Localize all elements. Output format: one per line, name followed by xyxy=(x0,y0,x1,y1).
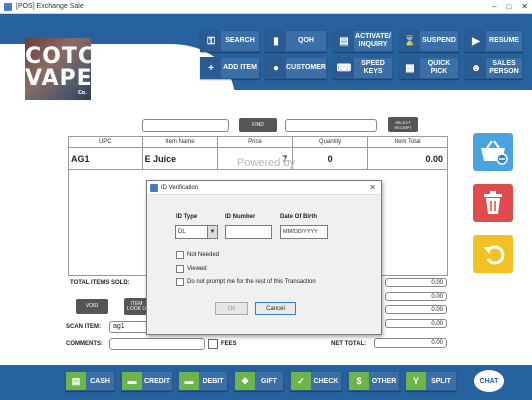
qoh-button[interactable]: ▮ QOH xyxy=(265,30,327,52)
not-needed-label: Not Needed xyxy=(187,252,220,258)
net-total-label: NET TOTAL: xyxy=(331,341,367,347)
split-icon: Y xyxy=(406,372,426,390)
add-item-button[interactable]: + ADD ITEM xyxy=(200,57,260,79)
column-header: Item Total xyxy=(394,139,421,145)
sales-person-button[interactable]: ☻ SALES PERSON xyxy=(465,57,523,79)
receipt-input[interactable] xyxy=(285,119,377,132)
activate-inquiry-button[interactable]: ▤ ACTIVATE/ INQUIRY xyxy=(333,30,393,52)
item-total-cell: 0.00 xyxy=(425,154,443,164)
total-field: 0.00 xyxy=(385,319,447,328)
store-logo: COTC VAPE Co. xyxy=(25,38,94,100)
gift-icon: ❖ xyxy=(235,372,255,390)
undo-icon xyxy=(483,245,505,265)
close-icon[interactable]: ✕ xyxy=(369,181,376,195)
maximize-icon[interactable]: □ xyxy=(506,0,511,14)
window-controls: – □ ✕ xyxy=(492,0,528,14)
fees-checkbox[interactable] xyxy=(208,339,218,349)
minimize-icon[interactable]: – xyxy=(492,0,496,14)
credit-card-icon: ▬ xyxy=(122,372,142,390)
card-icon: ▤ xyxy=(334,31,354,51)
cash-icon: ▤ xyxy=(66,372,86,390)
debit-button[interactable]: ▬ DEBIT xyxy=(178,371,228,391)
key-icon: ⚿ xyxy=(201,31,221,51)
dialog-titlebar: ID Verification ✕ xyxy=(147,181,381,195)
void-button[interactable]: VOID xyxy=(76,299,108,314)
gift-button[interactable]: ❖ GIFT xyxy=(234,371,284,391)
id-type-select[interactable]: DL ▼ xyxy=(175,225,218,239)
comments-label: COMMENTS: xyxy=(66,341,103,347)
net-total-value: 0.00 xyxy=(374,338,447,348)
delete-button[interactable] xyxy=(473,184,513,222)
dialog-app-icon xyxy=(150,184,158,192)
app-icon xyxy=(4,3,12,11)
find-input[interactable] xyxy=(142,119,229,132)
total-field: 0.00 xyxy=(385,305,447,314)
grid-header: UPC Item Name Price Quantity Item Total xyxy=(69,137,447,148)
cash-button[interactable]: ▤ CASH xyxy=(65,371,115,391)
search-button[interactable]: ⚿ SEARCH xyxy=(200,30,260,52)
dialog-title: ID Verification xyxy=(161,185,199,191)
suspend-button[interactable]: ⌛ SUSPEND xyxy=(399,30,459,52)
item-name-cell: E Juice xyxy=(143,148,219,169)
quick-pick-button[interactable]: ▦ QUICK PICK xyxy=(399,57,459,79)
grid-icon: ▦ xyxy=(400,58,420,78)
quantity-cell: 0 xyxy=(293,148,369,169)
do-not-prompt-label: Do not prompt me for the rest of this Tr… xyxy=(187,279,316,285)
comments-input[interactable] xyxy=(109,338,205,350)
basket-button[interactable] xyxy=(473,133,513,171)
column-header: UPC xyxy=(69,137,143,147)
close-icon[interactable]: ✕ xyxy=(521,0,528,14)
column-header: Quantity xyxy=(293,137,369,147)
upc-cell: AG1 xyxy=(69,148,143,169)
keyboard-icon: ⌨ xyxy=(334,58,354,78)
find-button[interactable]: FIND xyxy=(239,118,277,132)
split-button[interactable]: Y SPLIT xyxy=(405,371,457,391)
viewed-checkbox[interactable] xyxy=(176,265,184,273)
column-header: Item Name xyxy=(143,137,219,147)
plus-icon: + xyxy=(201,58,221,78)
chat-button[interactable]: CHAT xyxy=(474,370,504,392)
hourglass-icon: ⌛ xyxy=(400,31,420,51)
total-field: 0.00 xyxy=(385,278,447,287)
date-of-birth-input[interactable]: MM/DD/YYYY xyxy=(280,225,328,239)
window-title: [POS] Exchange Sale xyxy=(16,3,84,10)
trash-icon xyxy=(484,191,502,214)
salesperson-icon: ☻ xyxy=(466,58,486,78)
id-number-input[interactable] xyxy=(225,225,272,239)
fees-label: FEES xyxy=(221,341,237,347)
check-icon: ✓ xyxy=(291,372,311,390)
not-needed-checkbox[interactable] xyxy=(176,251,184,259)
person-icon: ● xyxy=(266,58,286,78)
date-of-birth-label: Date Of Birth xyxy=(280,214,318,220)
debit-card-icon: ▬ xyxy=(179,372,199,390)
basket-icon xyxy=(481,140,508,165)
total-items-sold-label: TOTAL ITEMS SOLD: xyxy=(70,280,130,286)
bar-chart-icon: ▮ xyxy=(266,31,286,51)
total-field: 0.00 xyxy=(385,292,447,301)
column-header: Price xyxy=(218,137,293,147)
scan-item-label: SCAN ITEM: xyxy=(66,324,101,330)
id-type-label: ID Type xyxy=(176,214,198,220)
watermark: Powered by xyxy=(237,157,296,169)
do-not-prompt-checkbox[interactable] xyxy=(176,278,184,286)
select-receipt-button[interactable]: SELECT RECEIPT xyxy=(388,117,418,132)
id-number-label: ID Number xyxy=(225,214,256,220)
dollar-icon: $ xyxy=(349,372,369,390)
undo-button[interactable] xyxy=(473,235,513,273)
ok-button[interactable]: Ok xyxy=(215,302,248,315)
customer-button[interactable]: ● CUSTOMER xyxy=(265,57,327,79)
check-button[interactable]: ✓ CHECK xyxy=(290,371,342,391)
play-icon: ▶ xyxy=(466,31,486,51)
resume-button[interactable]: ▶ RESUME xyxy=(465,30,523,52)
speed-keys-button[interactable]: ⌨ SPEED KEYS xyxy=(333,57,393,79)
id-verification-dialog: ID Verification ✕ ID Type ID Number Date… xyxy=(146,180,382,335)
cancel-button[interactable]: Cancel xyxy=(255,302,296,315)
window-titlebar: [POS] Exchange Sale – □ ✕ xyxy=(0,0,532,14)
viewed-label: Viewed xyxy=(187,266,207,272)
credit-button[interactable]: ▬ CREDIT xyxy=(121,371,173,391)
chevron-down-icon: ▼ xyxy=(207,226,217,238)
other-button[interactable]: $ OTHER xyxy=(348,371,400,391)
